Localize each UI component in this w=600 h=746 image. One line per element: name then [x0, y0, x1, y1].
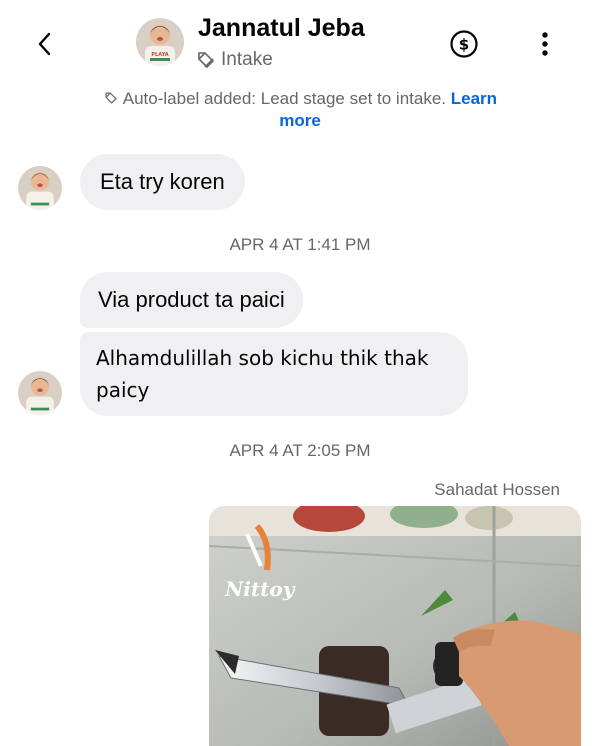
timestamp: APR 4 AT 2:05 PM	[229, 441, 371, 460]
image-watermark: Nittoy	[224, 577, 296, 601]
svg-text:PLAYA: PLAYA	[151, 52, 168, 58]
auto-label-notice: Auto-label added: Lead stage set to inta…	[100, 88, 500, 132]
timestamp: APR 4 AT 1:41 PM	[229, 235, 371, 254]
contact-avatar[interactable]: PLAYA	[136, 18, 184, 66]
payment-button[interactable]: $	[449, 29, 479, 59]
sender-avatar[interactable]	[18, 371, 62, 415]
lead-stage-text: Intake	[221, 49, 273, 70]
message-bubble[interactable]: Via product ta paici	[80, 272, 303, 328]
message-bubble[interactable]: Eta try koren	[80, 154, 245, 210]
more-options-button[interactable]	[538, 30, 552, 58]
auto-label-text: Auto-label added: Lead stage set to inta…	[122, 89, 446, 108]
tag-icon	[105, 92, 117, 104]
message-bubble[interactable]: Alhamdulillah sob kichu thik thak paicy	[80, 332, 468, 416]
vertical-ellipsis-icon	[542, 32, 548, 56]
shared-image[interactable]: Nittoy	[209, 506, 581, 746]
lead-stage-label[interactable]: Intake	[196, 49, 273, 71]
dollar-circle-icon: $	[450, 30, 478, 58]
back-button[interactable]	[32, 28, 60, 60]
tag-icon	[198, 52, 215, 69]
contact-name[interactable]: Jannatul Jeba	[198, 14, 365, 43]
sender-name: Sahadat Hossen	[434, 480, 560, 499]
chevron-left-icon	[38, 32, 51, 56]
sender-avatar[interactable]	[18, 166, 62, 210]
svg-text:$: $	[459, 36, 469, 54]
chat-header: PLAYA Jannatul Jeba Intake $	[0, 0, 600, 86]
